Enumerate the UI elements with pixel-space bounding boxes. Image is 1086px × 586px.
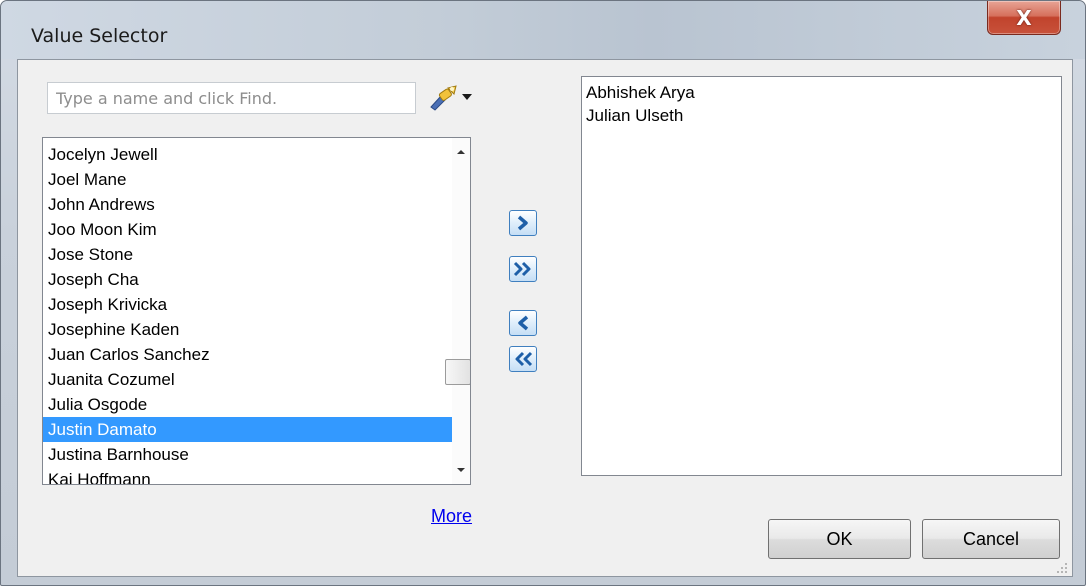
list-item[interactable]: Josephine Kaden xyxy=(43,317,453,342)
cancel-button[interactable]: Cancel xyxy=(922,519,1060,559)
value-selector-window: Value Selector X Jocelyn JewellJoel Mane… xyxy=(0,0,1086,586)
list-item[interactable]: Justin Damato xyxy=(43,417,453,442)
window-title: Value Selector xyxy=(31,25,168,47)
vertical-scrollbar[interactable] xyxy=(445,138,470,484)
list-item[interactable]: Abhishek Arya xyxy=(586,81,695,104)
list-item[interactable]: Joseph Cha xyxy=(43,267,453,292)
scroll-up-icon[interactable] xyxy=(452,142,470,162)
list-item[interactable]: Juan Carlos Sanchez xyxy=(43,342,453,367)
search-input[interactable] xyxy=(47,82,416,114)
chevron-right-icon xyxy=(517,215,528,231)
list-item[interactable]: John Andrews xyxy=(43,192,453,217)
add-all-button[interactable] xyxy=(509,256,537,282)
ok-button[interactable]: OK xyxy=(768,519,911,559)
add-selected-button[interactable] xyxy=(509,210,537,236)
resize-grip-icon[interactable] xyxy=(1056,561,1068,573)
list-item[interactable]: Joel Mane xyxy=(43,167,453,192)
double-chevron-right-icon xyxy=(513,261,531,277)
close-button[interactable]: X xyxy=(987,1,1061,35)
list-item[interactable]: Julia Osgode xyxy=(43,392,453,417)
find-button[interactable] xyxy=(428,82,478,112)
scroll-thumb[interactable] xyxy=(445,359,470,386)
list-item[interactable]: Kai Hoffmann xyxy=(43,467,453,484)
title-bar[interactable]: Value Selector X xyxy=(1,1,1085,59)
available-names-list[interactable]: Jocelyn Jewell Joel Mane John Andrews Joo M… xyxy=(42,137,471,485)
dialog-body: Jocelyn JewellJoel ManeJohn AndrewsJoo M… xyxy=(17,59,1073,577)
remove-selected-button[interactable] xyxy=(509,310,537,336)
list-item[interactable]: Justina Barnhouse xyxy=(43,442,453,467)
scroll-down-icon[interactable] xyxy=(452,460,470,480)
list-item[interactable]: Jocelyn Jewell xyxy=(43,142,453,167)
list-item[interactable]: Julian Ulseth xyxy=(586,104,695,127)
selected-names-list[interactable]: Abhishek Arya Julian Ulseth xyxy=(581,76,1062,476)
list-item[interactable]: Joo Moon Kim xyxy=(43,217,453,242)
list-item[interactable]: Jose Stone xyxy=(43,242,453,267)
double-chevron-left-icon xyxy=(515,351,533,367)
find-people-icon xyxy=(428,83,460,111)
list-item[interactable]: Joseph Krivicka xyxy=(43,292,453,317)
remove-all-button[interactable] xyxy=(509,346,537,372)
chevron-down-icon[interactable] xyxy=(460,92,474,102)
available-names-items: Jocelyn Jewell Joel Mane John Andrews Joo M… xyxy=(43,142,453,484)
more-link[interactable]: More xyxy=(431,506,472,527)
list-item[interactable]: Juanita Cozumel xyxy=(43,367,453,392)
close-icon: X xyxy=(1016,5,1032,30)
selected-names-items: Abhishek Arya Julian Ulseth xyxy=(586,81,695,127)
chevron-left-icon xyxy=(518,315,529,331)
